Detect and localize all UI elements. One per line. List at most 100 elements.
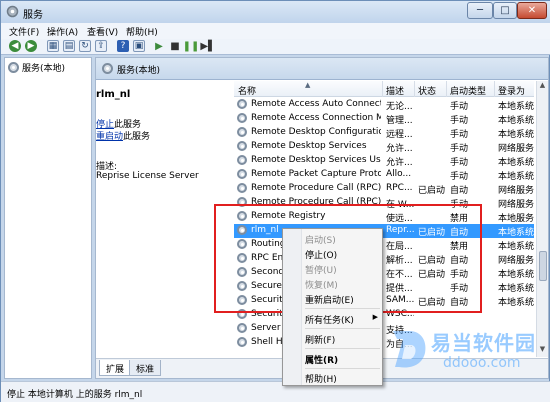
column-name[interactable]: 名称 — [238, 84, 256, 97]
status-bar: 停止 本地计算机 上的服务 rlm_nl — [1, 381, 550, 402]
column-log-on-as[interactable]: 登录为 — [498, 84, 525, 97]
pane-title: 服务(本地) — [117, 66, 161, 76]
service-logon-cell: 网络服务 — [498, 186, 534, 196]
service-startup-cell: 手动 — [450, 130, 469, 140]
context-menu: 启动(S) 停止(O) 暂停(U) 恢复(M) 重新启动(E) 所有任务(K) … — [282, 228, 383, 386]
tree-node-label: 服务(本地) — [22, 64, 66, 74]
description-text: Reprise License Server — [96, 171, 199, 181]
submenu-arrow-icon: ▶ — [372, 313, 378, 321]
table-row[interactable]: Remote Packet Capture Protoc... Allo... 手动… — [234, 168, 534, 182]
service-gear-icon — [237, 169, 247, 179]
show-hide-icon[interactable]: ▣ — [133, 40, 145, 52]
service-desc-cell: 无论... — [386, 102, 413, 112]
menu-item-resume[interactable]: 恢复(M) — [303, 277, 381, 291]
service-name-cell: Remote Access Auto Connectio... — [251, 99, 381, 109]
service-gear-icon — [237, 99, 247, 109]
properties-icon[interactable]: ▤ — [63, 40, 75, 52]
watermark-cn-text: 易当软件园 — [431, 331, 536, 355]
service-logon-cell: 本地系统 — [498, 270, 534, 280]
service-logon-cell: 本地系统 — [498, 130, 534, 140]
table-row[interactable]: Remote Desktop Services User... 允许... 手动 本地… — [234, 154, 534, 168]
service-logon-cell: 本地系统 — [498, 228, 534, 238]
services-app-icon — [6, 5, 19, 18]
pause-service-icon[interactable]: ❚❚ — [183, 40, 200, 52]
table-row[interactable]: Remote Procedure Call (RPC) RPC... 已启动 自动 网络… — [234, 182, 534, 196]
menu-item-all-tasks[interactable]: 所有任务(K) ▶ — [303, 312, 381, 326]
restart-service-link[interactable]: 重启动 — [96, 132, 123, 142]
menu-action[interactable]: 操作(A) — [47, 25, 78, 38]
table-row[interactable]: Remote Access Connection Ma... 管理... 手动 本地系… — [234, 112, 534, 126]
scroll-thumb[interactable] — [539, 251, 547, 281]
table-row[interactable]: Remote Desktop Configuration 远程... 手动 本地系统 — [234, 126, 534, 140]
menu-item-restart[interactable]: 重新启动(E) — [303, 292, 381, 306]
export-icon[interactable]: ⇪ — [95, 40, 107, 52]
menu-file[interactable]: 文件(F) — [9, 25, 39, 38]
service-startup-cell: 手动 — [450, 144, 469, 154]
menu-item-refresh[interactable]: 刷新(F) — [303, 332, 381, 346]
service-name-cell: Remote Packet Capture Protoc... — [251, 169, 381, 179]
tree-node-services-local[interactable]: 服务(本地) — [8, 61, 65, 74]
menu-item-properties[interactable]: 属性(R) — [303, 352, 381, 366]
menu-view[interactable]: 查看(V) — [87, 25, 118, 38]
console-tree: 服务(本地) — [4, 57, 92, 379]
service-logon-cell: 本地系统 — [498, 116, 534, 126]
menu-item-help[interactable]: 帮助(H) — [303, 371, 381, 385]
status-text: 停止 本地计算机 上的服务 rlm_nl — [7, 390, 143, 400]
close-button[interactable]: ✕ — [517, 2, 547, 19]
refresh-icon[interactable]: ↻ — [79, 40, 91, 52]
maximize-button[interactable]: □ — [493, 2, 517, 19]
service-desc-cell: 远程... — [386, 130, 413, 140]
service-startup-cell: 手动 — [450, 102, 469, 112]
table-row[interactable]: Remote Desktop Services 允许... 手动 网络服务 — [234, 140, 534, 154]
service-logon-cell: 本地系统 — [498, 284, 534, 294]
scroll-up-icon[interactable]: ▲ — [537, 81, 548, 92]
console-tree-icon[interactable]: ▦ — [47, 40, 59, 52]
sort-ascending-icon: ▲ — [305, 81, 311, 89]
service-startup-cell: 手动 — [450, 172, 469, 182]
service-gear-icon — [237, 141, 247, 151]
selected-service-name: rlm_nl — [96, 89, 131, 100]
stop-service-icon[interactable]: ■ — [169, 40, 181, 52]
service-name-cell: Remote Desktop Configuration — [251, 127, 381, 137]
service-logon-cell: 本地系统 — [498, 242, 534, 252]
watermark-logo-icon — [393, 331, 426, 368]
help-icon[interactable]: ? — [117, 40, 129, 52]
back-icon[interactable]: ◀ — [9, 40, 21, 52]
service-desc-cell: RPC... — [386, 183, 413, 193]
service-name-cell: Remote Procedure Call (RPC) — [251, 183, 381, 193]
minimize-button[interactable]: ─ — [467, 2, 493, 19]
service-startup-cell: 手动 — [450, 116, 469, 126]
service-logon-cell: 网络服务 — [498, 256, 534, 266]
service-status-cell: 已启动 — [418, 186, 446, 196]
window-title: 服务 — [23, 10, 43, 21]
service-startup-cell: 手动 — [450, 158, 469, 168]
service-logon-cell: 本地系统 — [498, 102, 534, 112]
restart-service-icon[interactable]: ▶▌ — [200, 40, 215, 52]
table-header: 名称 ▲ 描述 状态 启动类型 登录为 — [234, 81, 534, 97]
service-desc-cell: 管理... — [386, 116, 413, 126]
menu-item-stop[interactable]: 停止(O) — [303, 247, 381, 261]
service-description-panel: rlm_nl 停止此服务 重启动此服务 描述: Reprise License … — [96, 81, 232, 357]
menu-help[interactable]: 帮助(H) — [126, 25, 158, 38]
title-bar: 服务 ─ □ ✕ — [1, 1, 550, 23]
tab-standard[interactable]: 标准 — [129, 360, 162, 376]
start-service-icon[interactable]: ▶ — [153, 40, 165, 52]
tab-extended[interactable]: 扩展 — [99, 360, 132, 376]
service-name-cell: Remote Desktop Services — [251, 141, 367, 151]
forward-icon[interactable]: ▶ — [25, 40, 37, 52]
gear-icon — [102, 63, 113, 74]
column-status[interactable]: 状态 — [418, 84, 436, 97]
table-row[interactable]: Remote Access Auto Connectio... 无论... 手动 本地… — [234, 98, 534, 112]
service-logon-cell: 网络服务 — [498, 144, 534, 154]
menu-item-pause[interactable]: 暂停(U) — [303, 262, 381, 276]
watermark-en-text: ddooo.com — [443, 355, 521, 371]
service-startup-cell: 自动 — [450, 186, 469, 196]
menu-item-start[interactable]: 启动(S) — [303, 232, 381, 246]
service-gear-icon — [237, 183, 247, 193]
service-logon-cell: 本地服务 — [498, 214, 534, 224]
column-description[interactable]: 描述 — [386, 84, 404, 97]
service-name-cell: Remote Desktop Services User... — [251, 155, 381, 165]
toolbar: ◀ ▶ ▦ ▤ ↻ ⇪ ? ▣ ▶ ■ ❚❚ ▶▌ — [1, 39, 550, 55]
vertical-scrollbar[interactable]: ▲ ▼ — [536, 81, 548, 357]
column-startup-type[interactable]: 启动类型 — [450, 84, 486, 97]
